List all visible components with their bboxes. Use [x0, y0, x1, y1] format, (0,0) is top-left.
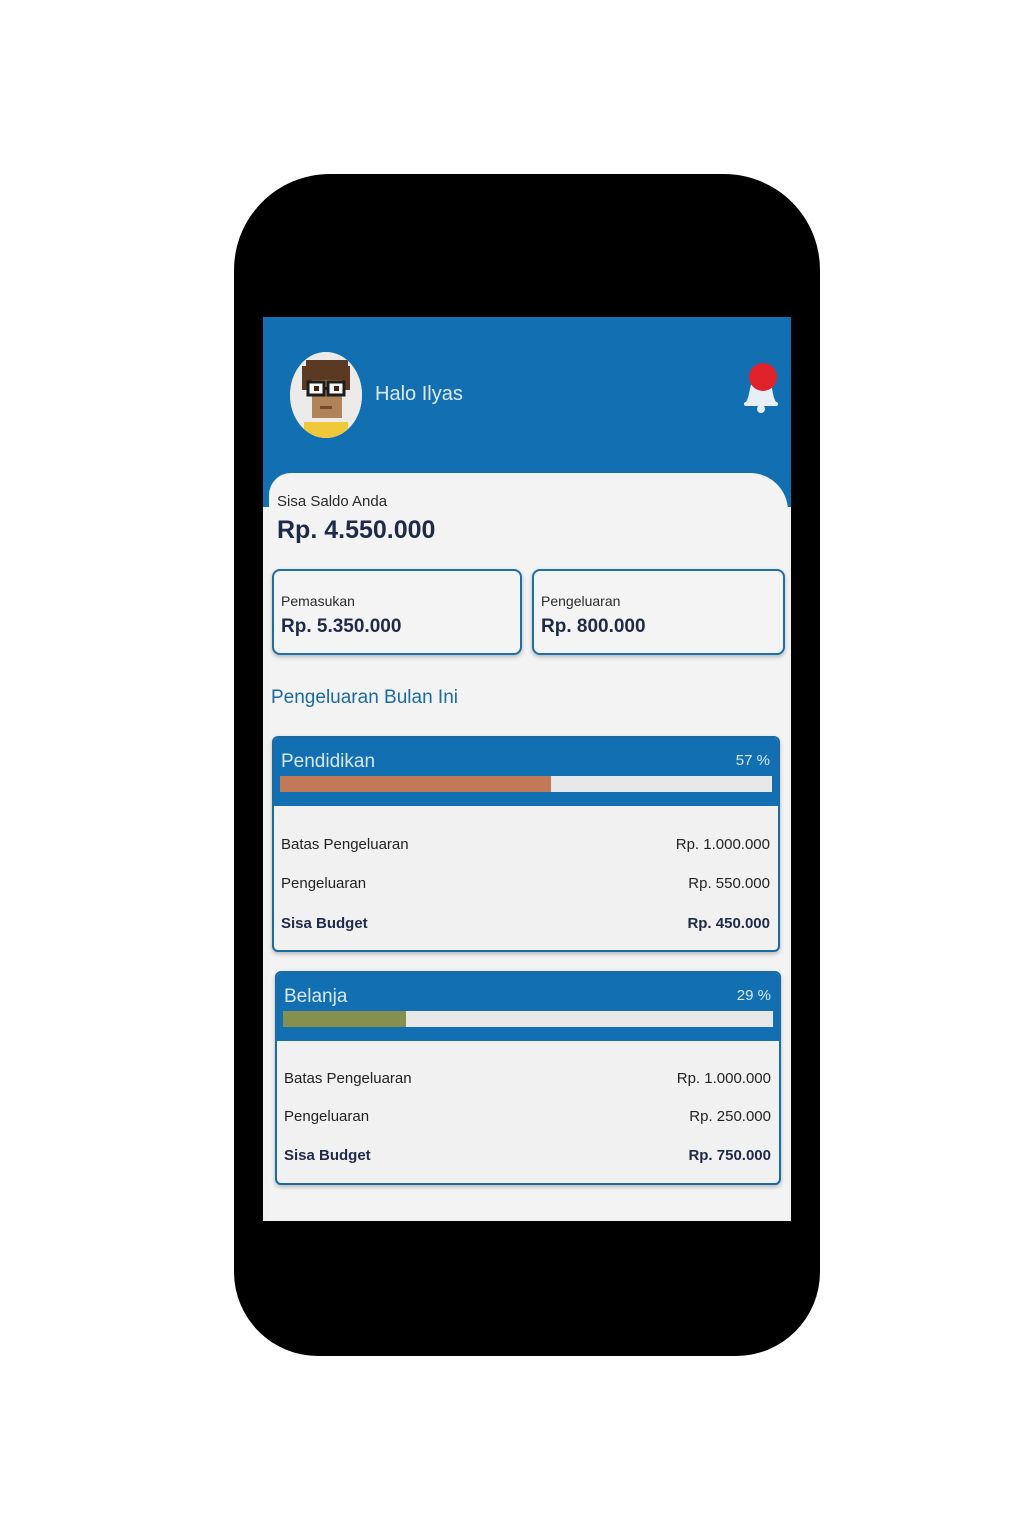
remaining-row: Sisa Budget Rp. 450.000: [281, 915, 770, 937]
budget-name: Belanja: [284, 986, 348, 1007]
spent-value: Rp. 550.000: [688, 875, 770, 892]
expense-value: Rp. 800.000: [541, 616, 646, 637]
progress-fill: [280, 776, 551, 792]
balance-label: Sisa Saldo Anda: [277, 493, 388, 510]
limit-value: Rp. 1.000.000: [676, 1070, 771, 1087]
income-label: Pemasukan: [281, 593, 355, 609]
spent-label: Pengeluaran: [281, 875, 367, 892]
progress-bar: [280, 776, 772, 792]
expense-label: Pengeluaran: [541, 593, 621, 609]
limit-value: Rp. 1.000.000: [675, 836, 770, 853]
remaining-label: Sisa Budget: [281, 915, 368, 932]
spent-row: Pengeluaran Rp. 250.000: [284, 1108, 771, 1130]
limit-label: Batas Pengeluaran: [284, 1070, 412, 1087]
balance-value: Rp. 4.550.000: [277, 516, 436, 544]
limit-row: Batas Pengeluaran Rp. 1.000.000: [284, 1070, 771, 1092]
remaining-row: Sisa Budget Rp. 750.000: [284, 1147, 771, 1169]
section-title: Pengeluaran Bulan Ini: [271, 687, 458, 708]
notification-dot: [749, 363, 777, 391]
budget-percent: 57 %: [735, 752, 770, 769]
budget-header: Belanja 29 %: [277, 973, 779, 1041]
progress-fill: [283, 1011, 406, 1027]
remaining-value: Rp. 450.000: [687, 915, 770, 932]
spent-row: Pengeluaran Rp. 550.000: [281, 875, 770, 897]
expense-card[interactable]: Pengeluaran Rp. 800.000: [532, 569, 785, 655]
app-screen: Halo Ilyas Sisa Saldo Anda Rp. 4.550.000…: [263, 317, 791, 1221]
budget-name: Pendidikan: [281, 751, 376, 772]
spent-label: Pengeluaran: [284, 1108, 370, 1125]
budget-card-belanja[interactable]: Belanja 29 % Batas Pengeluaran Rp. 1.000…: [275, 971, 781, 1185]
income-card[interactable]: Pemasukan Rp. 5.350.000: [272, 569, 522, 655]
remaining-value: Rp. 750.000: [688, 1147, 771, 1164]
budget-header: Pendidikan 57 %: [274, 738, 778, 806]
avatar[interactable]: [290, 352, 362, 438]
income-value: Rp. 5.350.000: [281, 616, 402, 637]
spent-value: Rp. 250.000: [689, 1108, 771, 1125]
budget-percent: 29 %: [736, 987, 771, 1004]
budget-card-pendidikan[interactable]: Pendidikan 57 % Batas Pengeluaran Rp. 1.…: [272, 736, 780, 952]
greeting-text: Halo Ilyas: [375, 383, 463, 405]
remaining-label: Sisa Budget: [284, 1147, 371, 1164]
avatar-icon: [290, 352, 362, 438]
limit-label: Batas Pengeluaran: [281, 836, 409, 853]
progress-bar: [283, 1011, 773, 1027]
notification-button[interactable]: [739, 361, 779, 413]
bell-icon: [744, 363, 778, 413]
limit-row: Batas Pengeluaran Rp. 1.000.000: [281, 836, 770, 858]
